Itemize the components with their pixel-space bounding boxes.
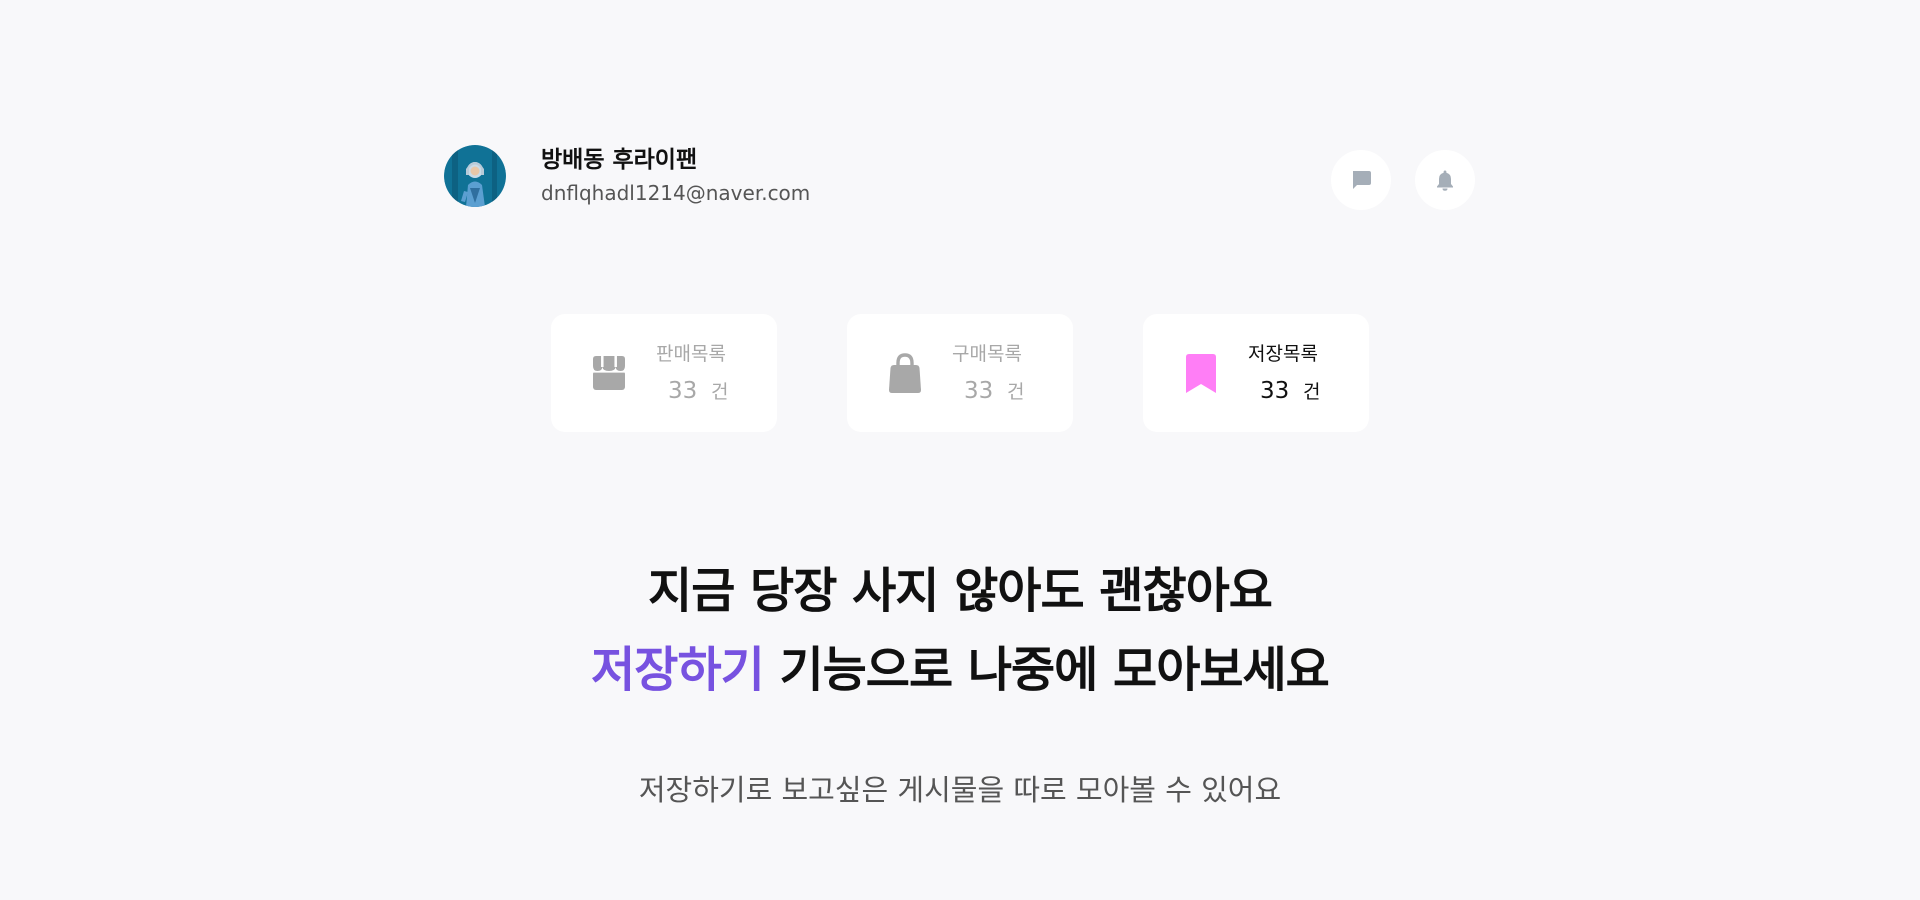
headline-line-2: 저장하기 기능으로 나중에 모아보세요	[0, 637, 1920, 703]
purchase-list-unit: 건	[1007, 381, 1025, 403]
avatar[interactable]	[444, 145, 506, 207]
sales-list-card[interactable]: 판매목록 33 건	[551, 314, 777, 432]
bookmark-icon	[1186, 354, 1216, 393]
notification-button[interactable]	[1415, 150, 1475, 210]
shopping-bag-icon	[889, 353, 921, 393]
headline-line-2-rest: 기능으로 나중에 모아보세요	[763, 642, 1329, 698]
sales-list-unit: 건	[711, 381, 729, 403]
saved-list-card[interactable]: 저장목록 33 건	[1143, 314, 1369, 432]
saved-list-count: 33	[1260, 378, 1290, 404]
chat-button[interactable]	[1331, 150, 1391, 210]
saved-list-page: 방배동 후라이팬 dnflqhadl1214@naver.com 판매목록 33…	[0, 0, 1920, 900]
sales-list-count: 33	[668, 378, 698, 404]
chat-icon	[1353, 171, 1371, 189]
purchase-list-label: 구매목록	[952, 343, 1022, 365]
headline-line-1: 지금 당장 사지 않아도 괜찮아요	[648, 563, 1273, 619]
headline-accent: 저장하기	[591, 642, 765, 698]
profile-name: 방배동 후라이팬	[541, 147, 698, 173]
sales-list-label: 판매목록	[656, 343, 726, 365]
profile-info: 방배동 후라이팬 dnflqhadl1214@naver.com	[541, 145, 810, 207]
profile-email: dnflqhadl1214@naver.com	[541, 181, 811, 205]
saved-list-unit: 건	[1303, 381, 1321, 403]
saved-list-label: 저장목록	[1248, 343, 1318, 365]
purchase-list-card[interactable]: 구매목록 33 건	[847, 314, 1073, 432]
store-icon	[593, 356, 625, 390]
subtitle: 저장하기로 보고싶은 게시물을 따로 모아볼 수 있어요	[638, 773, 1282, 807]
purchase-list-count: 33	[964, 378, 994, 404]
bell-icon	[1437, 170, 1453, 191]
profile-header: 방배동 후라이팬 dnflqhadl1214@naver.com	[444, 145, 810, 207]
